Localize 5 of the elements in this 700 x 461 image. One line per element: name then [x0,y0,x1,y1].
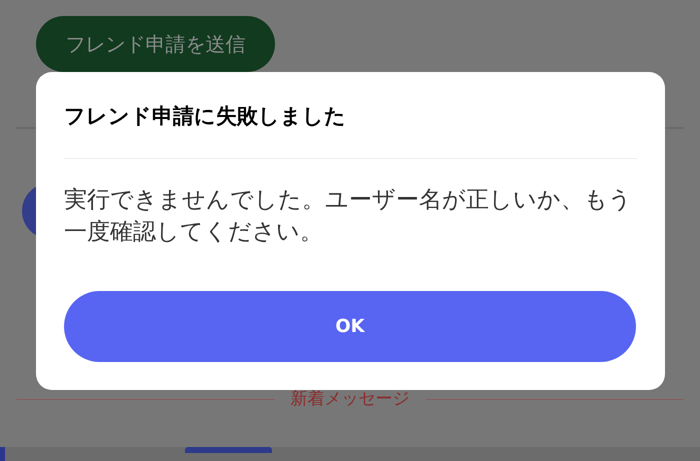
ok-button[interactable]: OK [64,291,636,362]
dialog-title: フレンド申請に失敗しました [64,103,347,130]
dialog-message: 実行できませんでした。ユーザー名が正しいか、もう一度確認してください。 [64,186,633,247]
send-friend-request-button[interactable]: フレンド申請を送信 [36,16,275,72]
new-messages-label: 新着メッセージ [290,388,410,410]
